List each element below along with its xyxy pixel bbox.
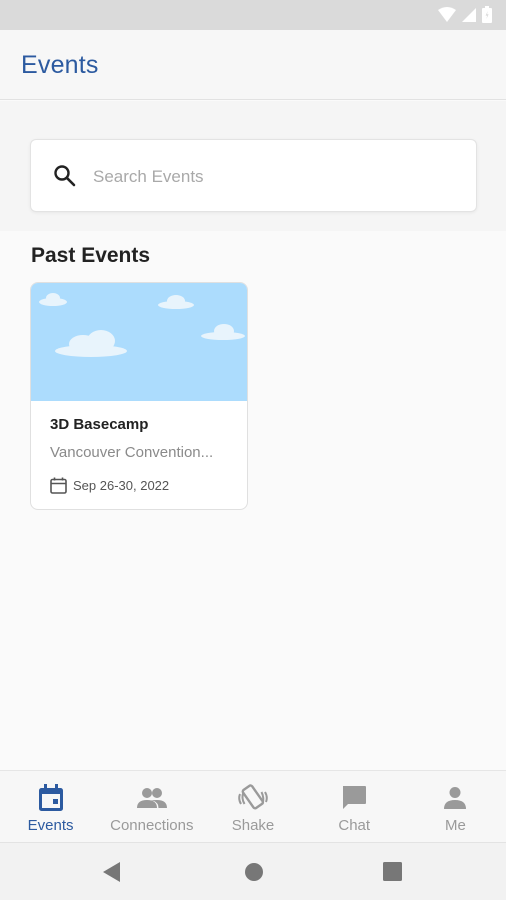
back-icon[interactable] — [103, 862, 121, 882]
nav-label-shake: Shake — [231, 817, 275, 834]
bottom-nav: Events Connections Shake Chat Me — [0, 770, 506, 842]
event-name: 3D Basecamp — [50, 416, 149, 433]
battery-icon — [482, 6, 492, 23]
event-cover-image — [31, 283, 247, 401]
page-title: Events — [21, 51, 99, 79]
nav-label-me: Me — [444, 817, 466, 834]
event-date: Sep 26-30, 2022 — [73, 478, 170, 493]
event-location: Vancouver Convention... — [50, 444, 214, 461]
calendar-icon — [38, 784, 63, 811]
nav-label-events: Events — [27, 817, 74, 834]
section-title-past-events: Past Events — [31, 244, 151, 267]
status-icons — [438, 6, 492, 23]
clouds-illustration — [39, 293, 245, 357]
person-icon — [444, 787, 467, 809]
search-icon — [54, 165, 76, 187]
calendar-outline-icon — [50, 477, 67, 494]
event-card[interactable]: 3D Basecamp Vancouver Convention... Sep … — [30, 282, 248, 510]
search-area — [0, 101, 506, 231]
nav-item-me[interactable]: Me — [405, 771, 506, 842]
event-date-row: Sep 26-30, 2022 — [50, 477, 169, 494]
people-icon — [136, 788, 167, 808]
search-input[interactable] — [91, 160, 465, 194]
search-box[interactable] — [30, 139, 477, 212]
nav-item-events[interactable]: Events — [0, 771, 101, 842]
system-nav-bar — [0, 842, 506, 900]
app-bar: Events — [0, 30, 506, 100]
nav-label-connections: Connections — [110, 817, 194, 834]
shake-phone-icon — [238, 784, 268, 810]
nav-label-chat: Chat — [338, 817, 371, 834]
nav-item-connections[interactable]: Connections — [101, 771, 202, 842]
wifi-icon — [438, 6, 456, 22]
nav-item-chat[interactable]: Chat — [304, 771, 405, 842]
home-icon[interactable] — [244, 862, 264, 882]
nav-item-shake[interactable]: Shake — [202, 771, 303, 842]
signal-icon — [462, 7, 476, 22]
status-bar — [0, 0, 506, 30]
chat-icon — [343, 786, 367, 809]
recents-icon[interactable] — [383, 862, 402, 881]
